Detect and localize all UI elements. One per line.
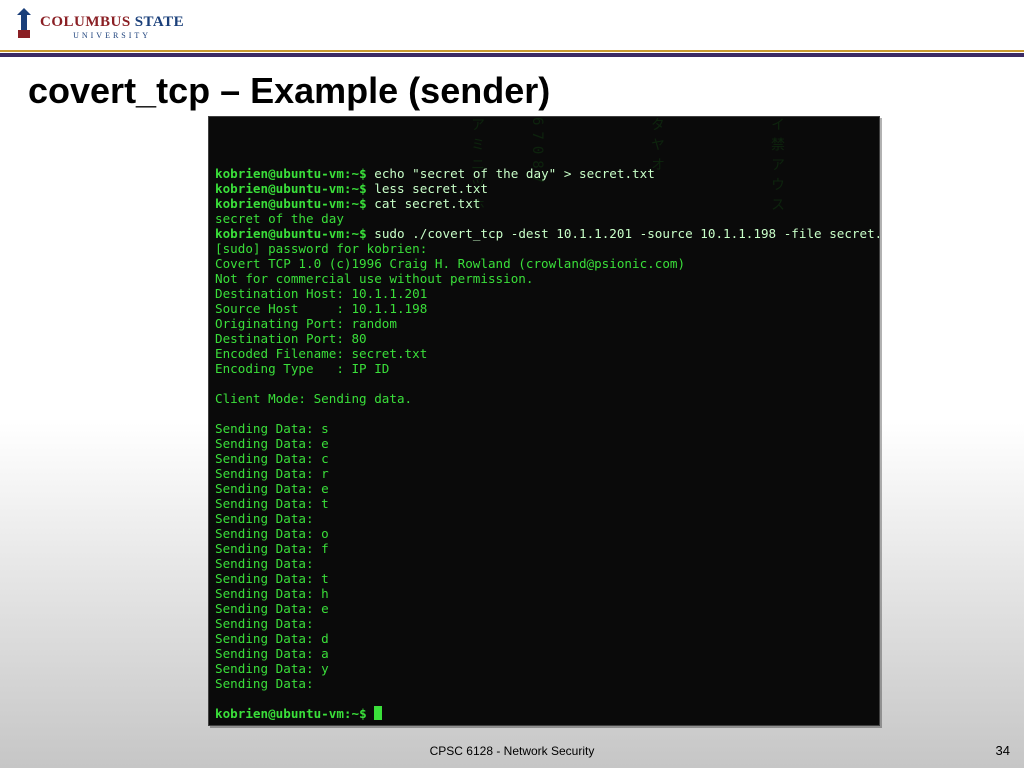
slide-footer: CPSC 6128 - Network Security	[0, 744, 1024, 758]
slide: COLUMBUS STATE UNIVERSITY covert_tcp – E…	[0, 0, 1024, 768]
brand-word-2: STATE	[135, 15, 184, 30]
divider-purple	[0, 53, 1024, 57]
slide-title: covert_tcp – Example (sender)	[28, 70, 550, 112]
tower-icon	[14, 12, 34, 42]
page-number: 34	[996, 743, 1010, 758]
divider-gold	[0, 50, 1024, 52]
brand-subtitle: UNIVERSITY	[40, 32, 184, 40]
terminal-output: アミニツホ 67087 タヤオ イ禁アウス kobrien@ubuntu-vm:…	[208, 116, 880, 726]
university-logo: COLUMBUS STATE UNIVERSITY	[14, 10, 184, 44]
brand-word-1: COLUMBUS	[40, 15, 131, 30]
